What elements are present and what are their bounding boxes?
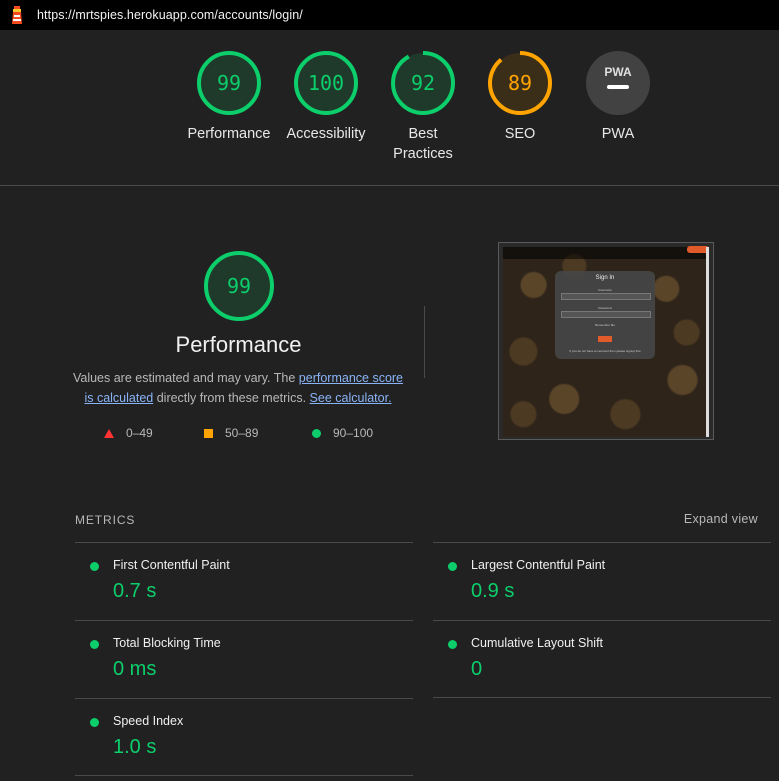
url-bar: https://mrtspies.herokuapp.com/accounts/… (0, 0, 779, 30)
gauge-score: 100 (308, 71, 344, 95)
metric-cls: Cumulative Layout Shift 0 (433, 620, 771, 699)
metric-divider (433, 697, 771, 698)
password-label: Password (598, 306, 612, 310)
gauge-score: 92 (411, 71, 435, 95)
square-icon (204, 428, 213, 438)
final-screenshot[interactable]: Sign In Username Password Remember Me If… (498, 242, 714, 440)
screenshot-navbar (503, 247, 707, 259)
metric-speed-index: Speed Index 1.0 s (75, 698, 413, 777)
metric-fcp: First Contentful Paint 0.7 s (75, 542, 413, 621)
svg-text:PWA: PWA (604, 65, 632, 79)
gauge-accessibility[interactable]: 100 Accessibility (276, 50, 376, 144)
gauge-score: 89 (508, 71, 532, 95)
performance-description: Values are estimated and may vary. The p… (72, 369, 404, 408)
score-summary: 99 Performance 100 Accessibility 92 Best… (0, 30, 779, 185)
gauge-label: Performance (187, 126, 271, 142)
pwa-icon: PWA (586, 51, 650, 115)
card-title: Sign In (595, 275, 615, 281)
expand-view-toggle[interactable]: Expand view (684, 512, 758, 526)
gauge-pwa[interactable]: PWA PWA (568, 50, 668, 144)
desc-prefix: Values are estimated and may vary. The (72, 371, 296, 385)
gauge-label: SEO (504, 126, 536, 142)
gauge-ring: 92 (391, 51, 455, 115)
remember-label: Remember Me (595, 323, 615, 327)
gauge-seo[interactable]: 89 SEO (470, 50, 570, 144)
circle-icon (312, 428, 321, 438)
gauge-score: 99 (217, 71, 241, 95)
section-divider (0, 185, 779, 186)
gauge-best-practices[interactable]: 92 Best Practices (373, 50, 473, 164)
metric-value: 0 (471, 658, 483, 680)
gauge-ring: 89 (488, 51, 552, 115)
pass-dot-icon (90, 718, 99, 727)
performance-title: Performance (175, 332, 302, 357)
pass-dot-icon (90, 562, 99, 571)
pass-dot-icon (90, 640, 99, 649)
gauge-ring: 100 (294, 51, 358, 115)
score-legend: 0–49 50–89 90–100 (0, 426, 460, 442)
password-field (561, 311, 651, 318)
metrics-heading: METRICS (75, 513, 136, 527)
see-calculator-link[interactable]: See calculator. (310, 391, 392, 405)
metric-divider (75, 775, 413, 776)
signup-note: If you do not have an account then pleas… (569, 349, 641, 353)
metric-name: Speed Index (113, 714, 184, 728)
page-url[interactable]: https://mrtspies.herokuapp.com/accounts/… (37, 8, 303, 22)
gauge-performance[interactable]: 99 Performance (179, 50, 279, 144)
metric-value: 1.0 s (113, 736, 157, 758)
legend-label: 50–89 (225, 426, 259, 440)
metric-name: First Contentful Paint (113, 558, 230, 572)
legend-average: 50–89 (204, 426, 258, 440)
username-label: Username (598, 288, 612, 292)
gauge-label: PWA (601, 126, 635, 142)
pass-dot-icon (448, 562, 457, 571)
screenshot-login-card: Sign In Username Password Remember Me If… (555, 271, 655, 359)
legend-pass: 90–100 (312, 426, 373, 440)
desc-middle: directly from these metrics. (156, 390, 307, 405)
screenshot-scrollbar (706, 247, 709, 437)
performance-gauge: 99 (204, 251, 274, 321)
gauge-label: Accessibility (286, 126, 366, 142)
legend-label: 0–49 (126, 426, 153, 440)
metric-name: Largest Contentful Paint (471, 558, 606, 572)
metric-value: 0.7 s (113, 580, 157, 602)
metric-value: 0.9 s (471, 580, 515, 602)
metric-name: Cumulative Layout Shift (471, 636, 604, 650)
pass-dot-icon (448, 640, 457, 649)
gauge-ring: 99 (197, 51, 261, 115)
metric-lcp: Largest Contentful Paint 0.9 s (433, 542, 771, 621)
username-field (561, 293, 651, 300)
vertical-divider (424, 306, 425, 378)
performance-score: 99 (227, 274, 251, 298)
metric-name: Total Blocking Time (113, 636, 221, 650)
legend-label: 90–100 (333, 426, 374, 440)
lighthouse-icon (12, 6, 22, 24)
sign-in-button (598, 336, 612, 342)
metric-tbt: Total Blocking Time 0 ms (75, 620, 413, 699)
metric-value: 0 ms (113, 658, 157, 680)
gauge-label: Best Practices (393, 126, 453, 162)
triangle-icon (104, 428, 114, 438)
legend-fail: 0–49 (104, 426, 153, 440)
